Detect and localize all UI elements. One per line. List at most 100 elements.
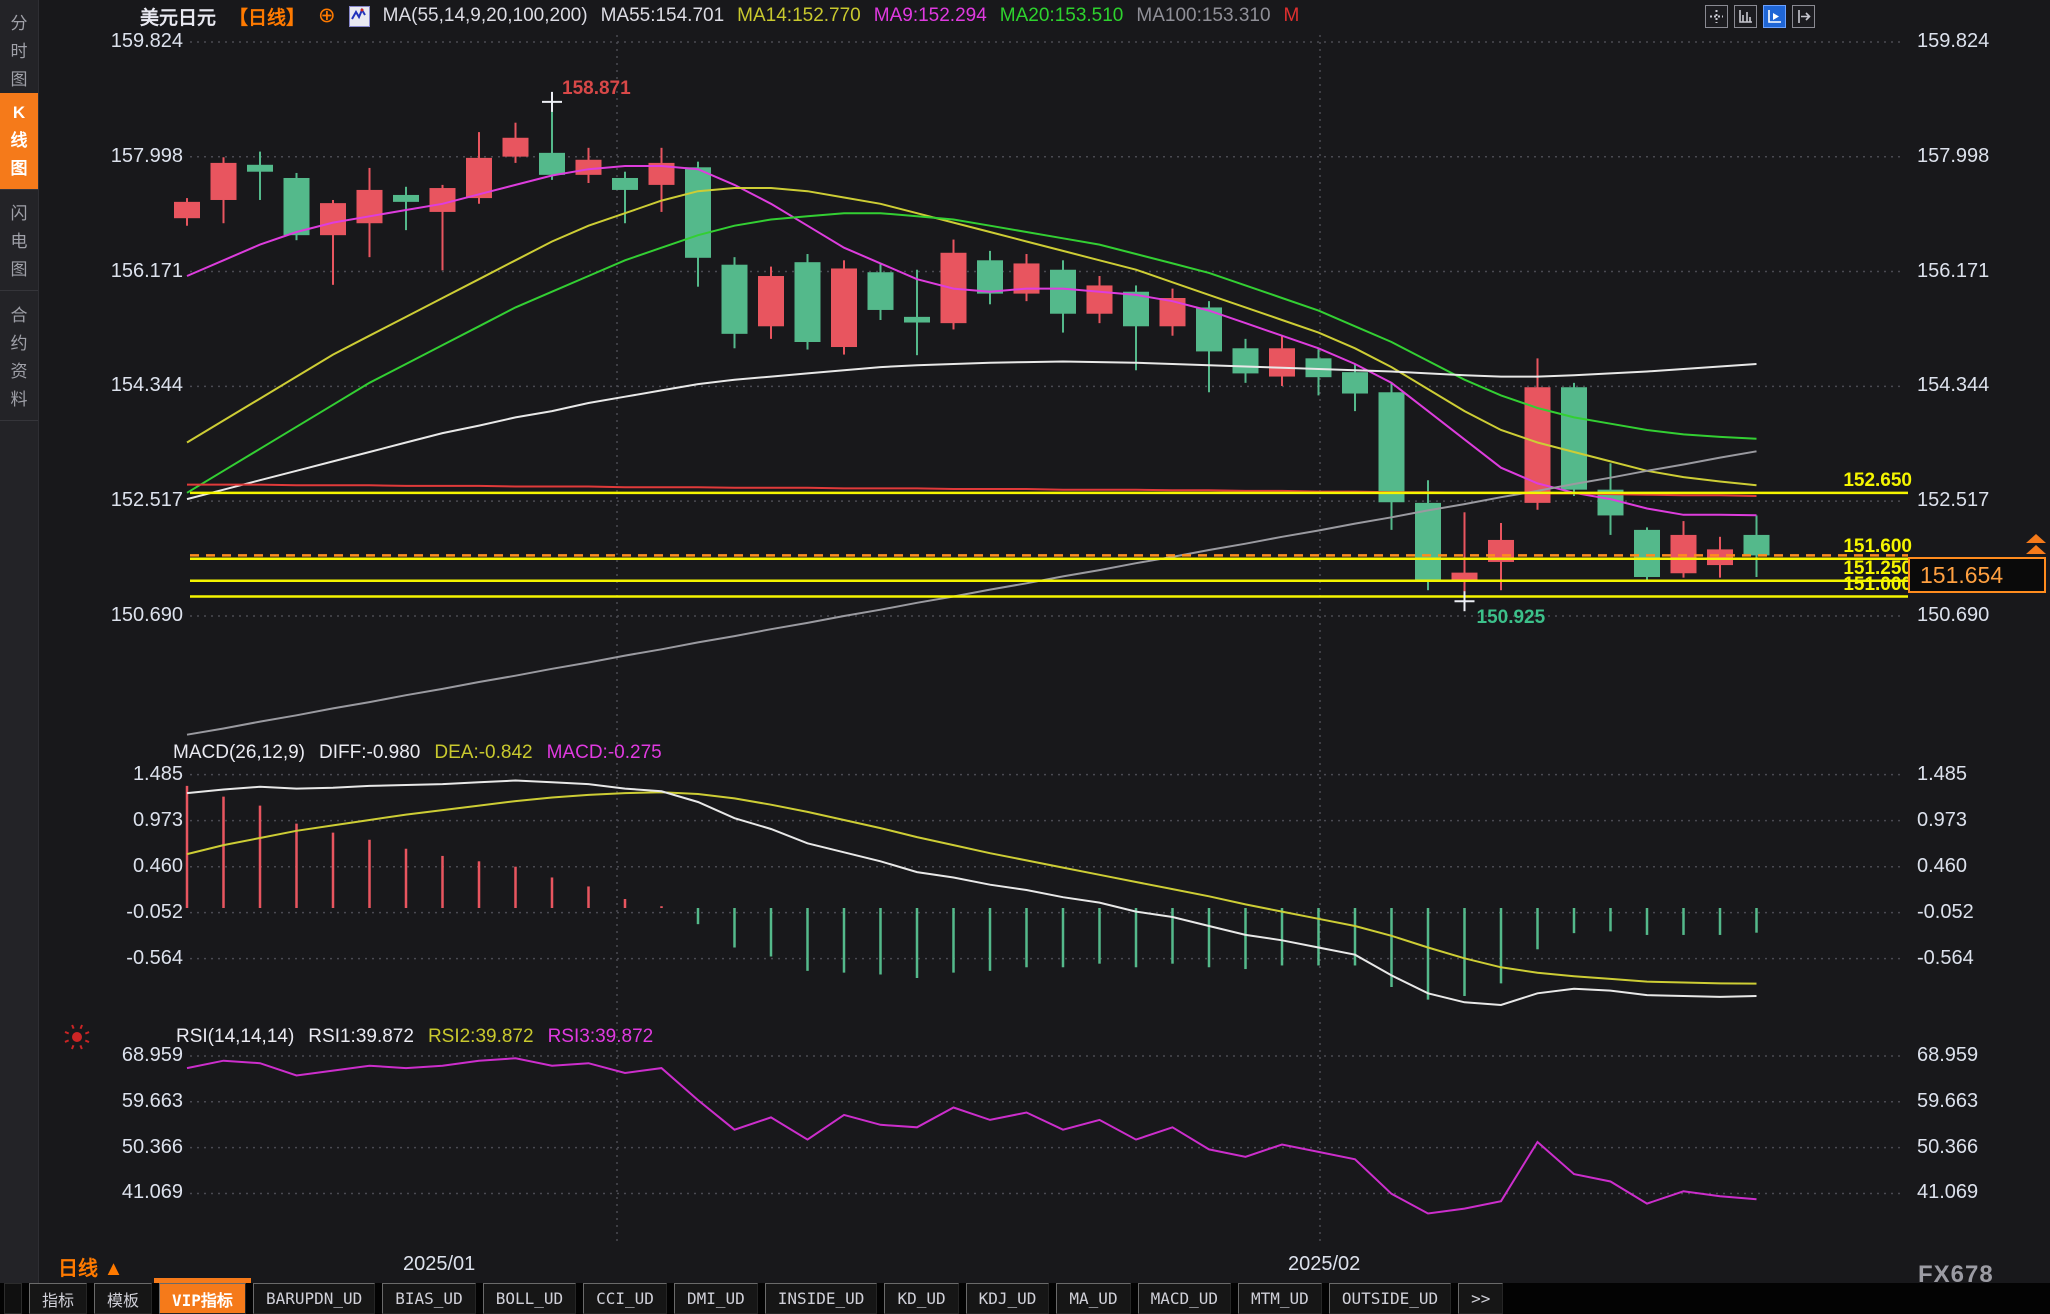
candle-body — [1269, 348, 1295, 376]
current-price-value: 151.654 — [1920, 562, 2003, 589]
macd-diff-line — [187, 781, 1757, 1006]
chevron-up-icon: ▲ — [104, 1258, 124, 1280]
axis-label: 154.344 — [85, 374, 183, 397]
indicator-tabbar: 指标模板VIP指标 BARUPDN_UD BIAS_UD BOLL_UD CCI_UD D… — [0, 1283, 2050, 1314]
macd-dea-value: DEA:-0.842 — [434, 742, 532, 763]
x-axis-label: 2025/01 — [403, 1253, 475, 1276]
candle-body — [1671, 535, 1697, 573]
active-tab-strip — [154, 1278, 251, 1283]
tab-bias_ud[interactable]: BIAS_UD — [382, 1283, 475, 1314]
candle-body — [211, 163, 237, 200]
rsi-title: RSI(14,14,14) — [176, 1026, 294, 1047]
axis-label: 159.824 — [1917, 30, 1989, 53]
ma-line-ma14 — [187, 188, 1757, 485]
rsi3-value: RSI3:39.872 — [548, 1026, 654, 1047]
level-price-label: 152.650 — [1762, 470, 1912, 492]
chart-canvas[interactable] — [0, 0, 2050, 1314]
sidebar-item-2[interactable]: K线图 — [0, 93, 38, 190]
sidebar-item-char: 图 — [11, 256, 28, 284]
chart-type-sidebar: 分时图K线图闪电图合约资料 — [0, 0, 39, 1283]
crosshair-icon[interactable] — [1705, 5, 1728, 28]
alarm-ray — [72, 1045, 74, 1049]
shift-right-icon[interactable] — [1792, 5, 1815, 28]
axis-label: 156.171 — [85, 260, 183, 283]
tab-boll_ud[interactable]: BOLL_UD — [483, 1283, 576, 1314]
sidebar-item-char: 时 — [11, 38, 28, 66]
axis-label: 41.069 — [85, 1181, 183, 1204]
alarm-ray — [72, 1025, 74, 1029]
candle-body — [247, 165, 273, 172]
period-label: 日线 — [58, 1258, 98, 1280]
level-price-label: 151.000 — [1762, 574, 1912, 596]
period-selector[interactable]: 日线 ▲ — [58, 1252, 123, 1281]
add-indicator-icon[interactable]: ⊕ — [318, 6, 336, 26]
axis-label: 50.366 — [85, 1136, 183, 1159]
tab-label: MA_UD — [1069, 1289, 1117, 1308]
tab-label: BIAS_UD — [395, 1289, 462, 1308]
tab-dmi_ud[interactable]: DMI_UD — [674, 1283, 758, 1314]
chart-style-icon[interactable] — [349, 6, 370, 27]
axis-label: 157.998 — [1917, 145, 1989, 168]
axis-label: 41.069 — [1917, 1181, 1978, 1204]
sidebar-item-1[interactable]: 分时图 — [0, 4, 38, 101]
tab-kd_ud[interactable]: KD_UD — [884, 1283, 958, 1314]
axis-label: -0.052 — [85, 901, 183, 924]
axis-chart-icon[interactable] — [1734, 5, 1757, 28]
macd-title: MACD(26,12,9) — [173, 742, 305, 763]
tab-cci_ud[interactable]: CCI_UD — [583, 1283, 667, 1314]
candle-body — [868, 272, 894, 310]
tab-mtm_ud[interactable]: MTM_UD — [1238, 1283, 1322, 1314]
tab-label: BARUPDN_UD — [266, 1289, 362, 1308]
axis-label: 154.344 — [1917, 374, 1989, 397]
sidebar-item-char: 合 — [11, 302, 28, 330]
axis-label: 0.460 — [85, 855, 183, 878]
period-tag[interactable]: 【日线】 — [229, 3, 305, 30]
alarm-ray — [65, 1040, 69, 1042]
ma-line-ma55 — [187, 362, 1757, 500]
axis-label: 68.959 — [85, 1044, 183, 1067]
candle-body — [1634, 530, 1660, 577]
sidebar-item-4[interactable]: 合约资料 — [0, 296, 38, 421]
tab-模板[interactable]: 模板 — [94, 1283, 152, 1314]
candle-body — [1050, 270, 1076, 314]
candle-body — [539, 153, 565, 175]
candle-body — [1415, 503, 1441, 580]
price-up-arrows-icon — [2024, 534, 2048, 561]
tab-kdj_ud[interactable]: KDJ_UD — [966, 1283, 1050, 1314]
candle-body — [174, 202, 200, 218]
candle-body — [722, 265, 748, 334]
tab-指标[interactable]: 指标 — [29, 1283, 87, 1314]
axis-label: 59.663 — [1917, 1090, 1978, 1113]
candle-body — [576, 160, 602, 175]
tab-inside_ud[interactable]: INSIDE_UD — [765, 1283, 878, 1314]
sidebar-item-char: 料 — [11, 386, 28, 414]
axis-label: -0.564 — [85, 947, 183, 970]
candle-body — [758, 276, 784, 326]
alarm-ray — [85, 1041, 89, 1043]
tab->>[interactable]: >> — [1458, 1283, 1503, 1314]
tab-outside_ud[interactable]: OUTSIDE_UD — [1329, 1283, 1451, 1314]
tab-vip指标[interactable]: VIP指标 — [159, 1283, 246, 1314]
candle-body — [430, 188, 456, 212]
tab-barupdn_ud[interactable]: BARUPDN_UD — [253, 1283, 375, 1314]
tab-label: OUTSIDE_UD — [1342, 1289, 1438, 1308]
rsi2-value: RSI2:39.872 — [428, 1026, 534, 1047]
candle-body — [284, 178, 310, 235]
axis-label: 0.973 — [85, 809, 183, 832]
ma-indicator-name: MA(55,14,9,20,100,200) — [383, 5, 588, 27]
tab-ma_ud[interactable]: MA_UD — [1056, 1283, 1130, 1314]
play-chart-icon[interactable] — [1763, 5, 1786, 28]
sidebar-item-3[interactable]: 闪电图 — [0, 194, 38, 291]
axis-label: 152.517 — [85, 489, 183, 512]
axis-label: -0.564 — [1917, 947, 1974, 970]
tab-label: CCI_UD — [596, 1289, 654, 1308]
tab-macd_ud[interactable]: MACD_UD — [1138, 1283, 1231, 1314]
sidebar-item-char: 线 — [11, 127, 28, 155]
trading-app-window: 分时图K线图闪电图合约资料 美元日元 【日线】 ⊕ MA(55,14,9,20,… — [0, 0, 2050, 1314]
ma-legend-value: MA14:152.770 — [737, 5, 861, 27]
tab-label: MACD_UD — [1151, 1289, 1218, 1308]
axis-label: -0.052 — [1917, 901, 1974, 924]
candle-body — [685, 167, 711, 257]
tab-label: KD_UD — [897, 1289, 945, 1308]
tab-label: BOLL_UD — [496, 1289, 563, 1308]
